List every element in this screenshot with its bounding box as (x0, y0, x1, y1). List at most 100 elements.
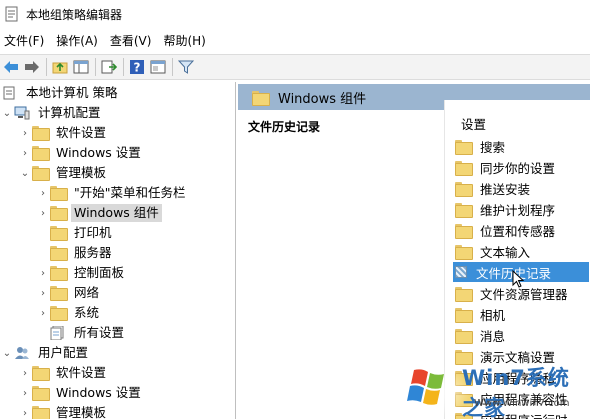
tree-label: 计算机配置 (38, 105, 101, 120)
tree-item-software-settings[interactable]: › 软件设置 (18, 123, 109, 143)
folder-icon (455, 223, 473, 239)
tree-label: 控制面板 (74, 265, 125, 280)
toolbar: ? (0, 54, 590, 80)
up-folder-icon[interactable] (51, 58, 69, 76)
help-icon[interactable]: ? (128, 58, 146, 76)
folder-icon (252, 90, 270, 106)
mouse-cursor-icon (512, 270, 524, 288)
toolbar-separator (95, 58, 96, 76)
folder-icon (50, 306, 66, 320)
properties-icon[interactable] (149, 58, 167, 76)
folder-icon (455, 286, 473, 302)
tree-label: 服务器 (74, 245, 112, 260)
back-arrow-icon[interactable] (2, 58, 20, 76)
tree-label: 管理模板 (56, 165, 107, 180)
folder-icon (455, 160, 473, 176)
tree-label: 软件设置 (56, 365, 107, 380)
tree-item-control-panel[interactable]: › 控制面板 (36, 263, 127, 283)
toolbar-separator (172, 58, 173, 76)
tree-label: Windows 设置 (56, 385, 141, 400)
all-settings-icon (50, 325, 66, 341)
menu-action[interactable]: 操作(A) (50, 30, 104, 52)
description-title: 文件历史记录 (248, 120, 321, 134)
list-item[interactable]: 文本输入 (455, 241, 590, 261)
tree-item-printers[interactable]: 打印机 (36, 223, 115, 243)
watermark-url: Www.Winwin7.com (474, 398, 570, 409)
forward-arrow-icon[interactable] (23, 58, 41, 76)
tree-item-user-config[interactable]: ⌄ 用户配置 (0, 343, 91, 363)
folder-icon (50, 286, 66, 300)
chevron-right-icon[interactable]: › (36, 303, 50, 323)
tree-item-start-menu[interactable]: › "开始"菜单和任务栏 (36, 183, 189, 203)
tree-item-all-settings[interactable]: 所有设置 (36, 323, 127, 343)
folder-icon (50, 266, 66, 280)
tree-item-network[interactable]: › 网络 (36, 283, 102, 303)
list-item[interactable]: 位置和传感器 (455, 220, 590, 240)
list-item[interactable]: 维护计划程序 (455, 199, 590, 219)
tree-item-server[interactable]: 服务器 (36, 243, 115, 263)
chevron-down-icon[interactable]: ⌄ (18, 163, 32, 183)
chevron-right-icon[interactable]: › (36, 283, 50, 303)
window-title: 本地组策略编辑器 (26, 7, 123, 22)
policy-icon (2, 86, 18, 100)
chevron-right-icon[interactable]: › (36, 263, 50, 283)
tree-label: 系统 (74, 305, 100, 320)
tree-item-user-admin-templates[interactable]: › 管理模板 (18, 403, 109, 419)
tree-item-root[interactable]: 本地计算机 策略 (2, 83, 120, 103)
show-tree-icon[interactable] (72, 58, 90, 76)
menu-view[interactable]: 查看(V) (104, 30, 158, 52)
toolbar-separator (123, 58, 124, 76)
column-header-setting[interactable]: 设置 (461, 114, 486, 133)
folder-icon (32, 406, 48, 419)
user-icon (14, 346, 30, 360)
menu-file[interactable]: 文件(F) (0, 30, 50, 52)
list-item[interactable]: 消息 (455, 325, 590, 345)
chevron-right-icon[interactable]: › (36, 203, 50, 223)
chevron-right-icon[interactable]: › (18, 123, 32, 143)
tree-item-user-software-settings[interactable]: › 软件设置 (18, 363, 109, 383)
chevron-down-icon[interactable]: ⌄ (0, 103, 14, 123)
tree-item-admin-templates[interactable]: ⌄ 管理模板 (18, 163, 109, 183)
tree-label: Windows 组件 (71, 204, 162, 222)
tree-label: 所有设置 (74, 325, 125, 340)
chevron-right-icon[interactable]: › (36, 183, 50, 203)
tree-item-system[interactable]: › 系统 (36, 303, 102, 323)
folder-icon (50, 206, 66, 220)
list-item[interactable]: 同步你的设置 (455, 157, 590, 177)
chevron-down-icon[interactable]: ⌄ (0, 343, 14, 363)
folder-icon (455, 244, 473, 260)
menu-bar: 文件(F) 操作(A) 查看(V) 帮助(H) (0, 30, 590, 52)
title-bar: 本地组策略编辑器 (0, 0, 590, 28)
tree-label: 软件设置 (56, 125, 107, 140)
tree-label: 网络 (74, 285, 100, 300)
folder-icon (455, 181, 473, 197)
chevron-right-icon[interactable]: › (18, 403, 32, 419)
list-item[interactable]: 相机 (455, 304, 590, 324)
tree-item-computer-config[interactable]: ⌄ 计算机配置 (0, 103, 104, 123)
folder-icon (32, 166, 48, 180)
folder-icon (455, 139, 473, 155)
chevron-right-icon[interactable]: › (18, 143, 32, 163)
tree-item-windows-components[interactable]: › Windows 组件 (36, 203, 162, 223)
tree-label: 用户配置 (38, 345, 89, 360)
tree-item-windows-settings[interactable]: › Windows 设置 (18, 143, 144, 163)
folder-icon (32, 386, 48, 400)
computer-icon (14, 106, 30, 120)
export-list-icon[interactable] (100, 58, 118, 76)
folder-icon (32, 366, 48, 380)
chevron-right-icon[interactable]: › (18, 383, 32, 403)
folder-icon (32, 126, 48, 140)
list-item[interactable]: 搜索 (455, 136, 590, 156)
toolbar-separator (46, 58, 47, 76)
menu-help[interactable]: 帮助(H) (157, 30, 211, 52)
chevron-right-icon[interactable]: › (18, 363, 32, 383)
filter-icon[interactable] (177, 58, 195, 76)
tree-label: 本地计算机 策略 (26, 85, 118, 100)
folder-icon (50, 246, 66, 260)
tree-item-user-windows-settings[interactable]: › Windows 设置 (18, 383, 144, 403)
folder-icon (455, 202, 473, 218)
list-item[interactable]: 推送安装 (455, 178, 590, 198)
policy-editor-icon (4, 6, 20, 22)
watermark-brand: Win7系统之家 (462, 366, 570, 419)
tree-label: 管理模板 (56, 405, 107, 419)
